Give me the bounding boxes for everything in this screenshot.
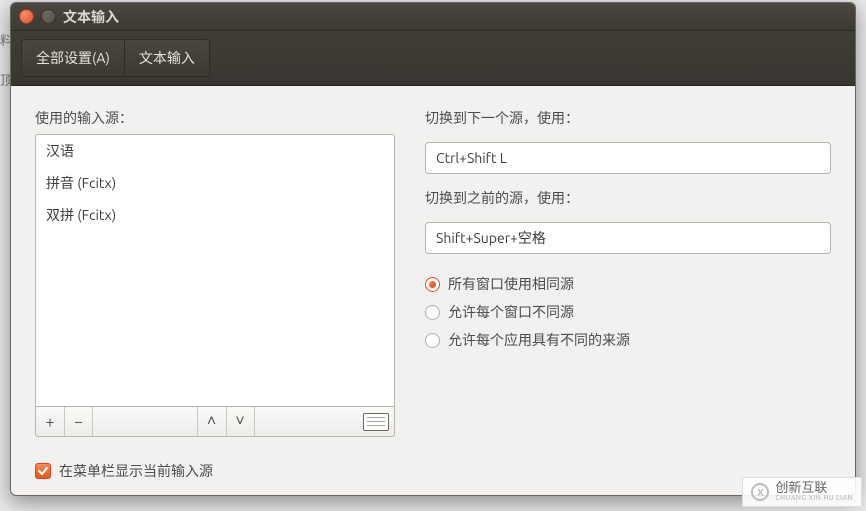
list-item[interactable]: 拼音 (Fcitx) xyxy=(36,167,394,199)
checkbox-label: 在菜单栏显示当前输入源 xyxy=(59,461,213,481)
titlebar[interactable]: 文本输入 xyxy=(11,3,855,31)
checkbox-checked-icon xyxy=(35,463,51,479)
keyboard-icon xyxy=(363,413,389,431)
keyboard-layout-button[interactable] xyxy=(358,407,394,436)
radio-icon xyxy=(425,277,440,292)
close-icon[interactable] xyxy=(19,9,34,24)
left-column: 使用的输入源： 汉语 拼音 (Fcitx) 双拼 (Fcitx) + − ˄ ˅ xyxy=(35,108,395,437)
radio-icon xyxy=(425,333,440,348)
text-entry-button[interactable]: 文本输入 xyxy=(125,39,210,77)
window-scope-radios: 所有窗口使用相同源 允许每个窗口不同源 允许每个应用具有不同的来源 xyxy=(425,274,831,350)
right-column: 切换到下一个源，使用： Ctrl+Shift L 切换到之前的源，使用： Shi… xyxy=(425,108,831,437)
radio-label: 所有窗口使用相同源 xyxy=(448,274,574,294)
radio-label: 允许每个应用具有不同的来源 xyxy=(448,330,630,350)
show-in-menubar-checkbox[interactable]: 在菜单栏显示当前输入源 xyxy=(35,461,831,481)
input-sources-list[interactable]: 汉语 拼音 (Fcitx) 双拼 (Fcitx) xyxy=(35,134,395,407)
prev-source-label: 切换到之前的源，使用： xyxy=(425,188,831,208)
radio-per-app[interactable]: 允许每个应用具有不同的来源 xyxy=(425,330,831,350)
radio-icon xyxy=(425,305,440,320)
list-toolbar: + − ˄ ˅ xyxy=(35,407,395,437)
radio-label: 允许每个窗口不同源 xyxy=(448,302,574,322)
minimize-icon[interactable] xyxy=(41,9,56,24)
move-up-button[interactable]: ˄ xyxy=(198,407,226,436)
chevron-down-icon: ˅ xyxy=(235,412,244,431)
minus-icon: − xyxy=(74,413,83,431)
watermark-sub: CHUANG XIN HU LIAN xyxy=(775,495,853,502)
content-area: 使用的输入源： 汉语 拼音 (Fcitx) 双拼 (Fcitx) + − ˄ ˅ xyxy=(11,86,855,495)
prev-source-shortcut[interactable]: Shift+Super+空格 xyxy=(425,222,831,254)
next-source-label: 切换到下一个源，使用： xyxy=(425,108,831,128)
list-item[interactable]: 汉语 xyxy=(36,135,394,167)
all-settings-button[interactable]: 全部设置(A) xyxy=(21,39,125,77)
chevron-up-icon: ˄ xyxy=(207,412,216,431)
header-toolbar: 全部设置(A) 文本输入 xyxy=(11,31,855,86)
remove-source-button[interactable]: − xyxy=(64,407,92,436)
add-source-button[interactable]: + xyxy=(36,407,64,436)
watermark: X 创新互联 CHUANG XIN HU LIAN xyxy=(742,477,862,507)
radio-same-source[interactable]: 所有窗口使用相同源 xyxy=(425,274,831,294)
window-title: 文本输入 xyxy=(63,7,119,27)
input-sources-label: 使用的输入源： xyxy=(35,108,395,128)
settings-window: 文本输入 全部设置(A) 文本输入 使用的输入源： 汉语 拼音 (Fcitx) … xyxy=(10,2,856,496)
radio-per-window[interactable]: 允许每个窗口不同源 xyxy=(425,302,831,322)
move-down-button[interactable]: ˅ xyxy=(226,407,254,436)
watermark-logo-icon: X xyxy=(751,483,769,501)
list-item[interactable]: 双拼 (Fcitx) xyxy=(36,199,394,231)
next-source-shortcut[interactable]: Ctrl+Shift L xyxy=(425,142,831,174)
plus-icon: + xyxy=(45,413,54,431)
